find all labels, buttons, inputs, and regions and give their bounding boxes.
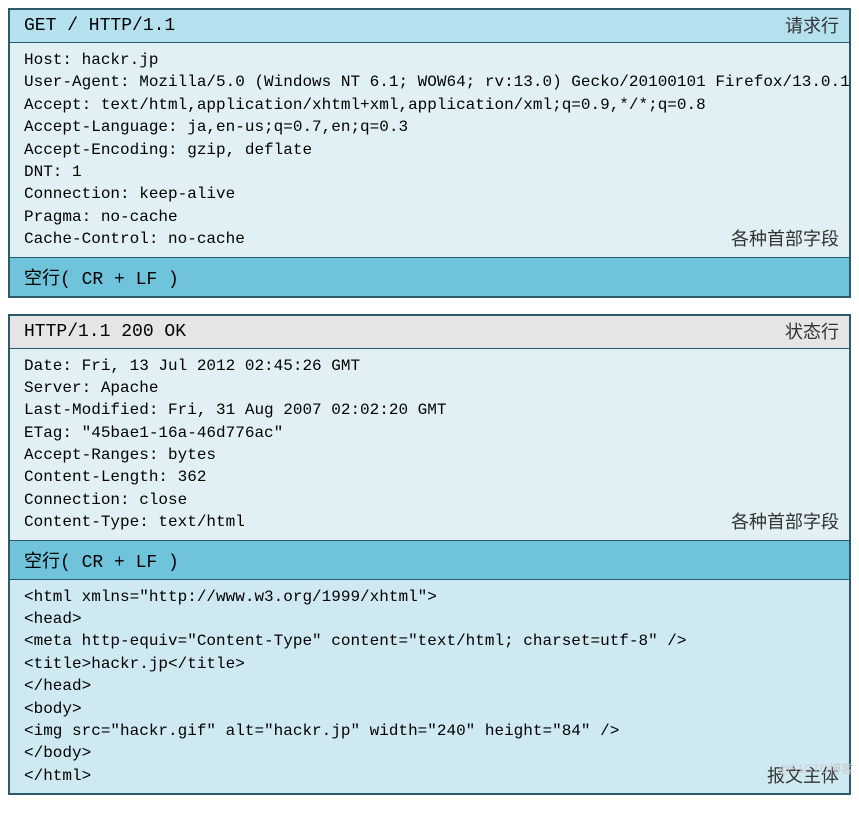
request-line-label: 请求行 (785, 12, 839, 38)
request-blank-line-text: 空行( CR + LF ) (24, 270, 179, 290)
response-body-text: <html xmlns="http://www.w3.org/1999/xhtm… (24, 588, 687, 785)
response-headers-section: Date: Fri, 13 Jul 2012 02:45:26 GMT Serv… (10, 349, 849, 541)
request-blank-line-section: 空行( CR + LF ) (10, 258, 849, 296)
http-response-box: HTTP/1.1 200 OK 状态行 Date: Fri, 13 Jul 20… (8, 314, 851, 796)
request-headers-label: 各种首部字段 (731, 227, 839, 252)
status-line-label: 状态行 (785, 318, 839, 344)
request-line-section: GET / HTTP/1.1 请求行 (10, 10, 849, 43)
request-line-text: GET / HTTP/1.1 (24, 16, 175, 36)
request-headers-text: Host: hackr.jp User-Agent: Mozilla/5.0 (… (24, 51, 850, 248)
response-headers-label: 各种首部字段 (731, 510, 839, 535)
request-headers-section: Host: hackr.jp User-Agent: Mozilla/5.0 (… (10, 43, 849, 258)
watermark-text: @51CTO博客 (778, 760, 853, 777)
response-blank-line-section: 空行( CR + LF ) (10, 541, 849, 580)
response-body-section: <html xmlns="http://www.w3.org/1999/xhtm… (10, 580, 849, 794)
response-headers-text: Date: Fri, 13 Jul 2012 02:45:26 GMT Serv… (24, 357, 446, 532)
status-line-text: HTTP/1.1 200 OK (24, 322, 186, 342)
status-line-section: HTTP/1.1 200 OK 状态行 (10, 316, 849, 349)
http-request-box: GET / HTTP/1.1 请求行 Host: hackr.jp User-A… (8, 8, 851, 298)
response-blank-line-text: 空行( CR + LF ) (24, 553, 179, 573)
